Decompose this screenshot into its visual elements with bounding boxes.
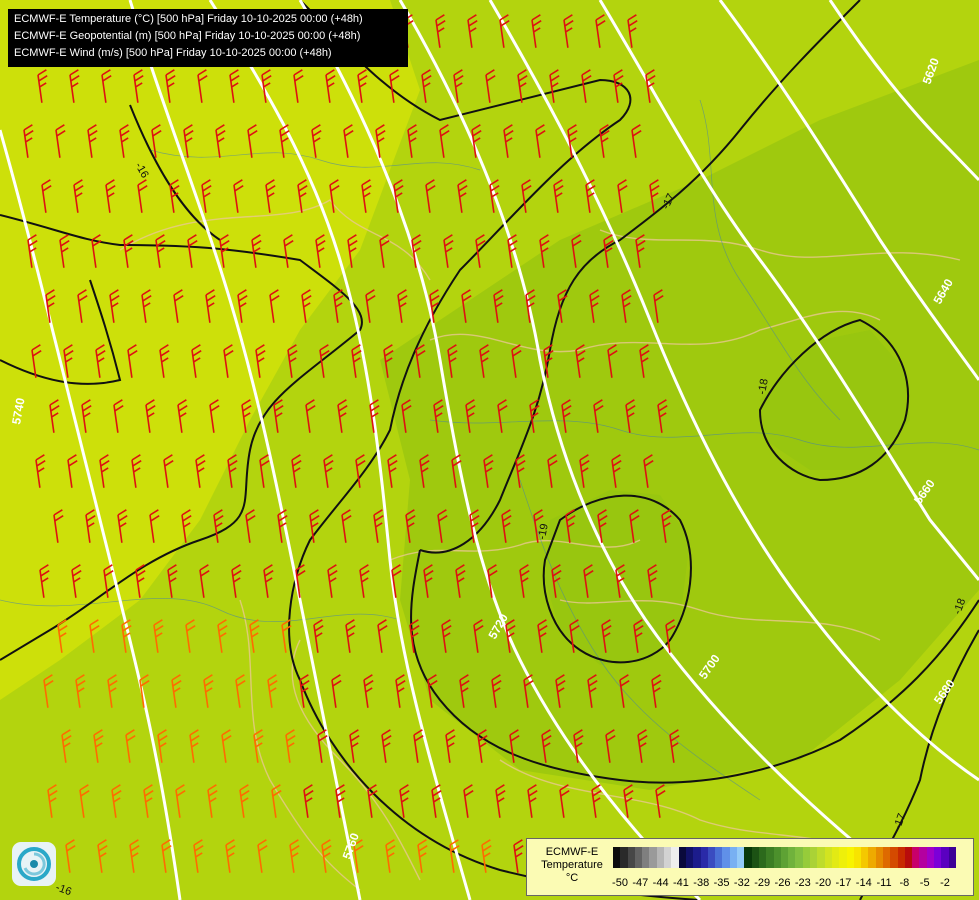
legend-swatch: [897, 847, 905, 868]
legend-swatch: [620, 847, 628, 868]
legend-swatch: [766, 847, 774, 868]
wind-title: ECMWF-E Wind (m/s) [500 hPa] Friday 10-1…: [14, 47, 332, 59]
legend-tick: -17: [835, 877, 852, 889]
legend-title-line: Temperature: [541, 859, 603, 871]
legend-swatch: [853, 847, 862, 868]
legend-swatch: [671, 847, 679, 868]
legend-tick: -41: [672, 877, 689, 889]
legend-swatch: [707, 847, 716, 868]
legend-swatch: [627, 847, 635, 868]
legend-swatch: [948, 847, 956, 868]
legend-swatch: [613, 847, 621, 868]
legend-tick: -32: [733, 877, 750, 889]
legend-tick: -2: [940, 877, 950, 889]
legend-swatch: [656, 847, 665, 868]
legend-tick: -5: [919, 877, 930, 889]
legend-color-scale: [613, 847, 956, 868]
legend-swatch: [634, 847, 643, 868]
map-title-box: ECMWF-E Temperature (°C) [500 hPa] Frida…: [8, 9, 408, 67]
legend-title: ECMWF-E Temperature °C: [533, 846, 611, 885]
temperature-fill-layer: [0, 0, 979, 900]
weather-map-view: 5620 5640 5660 5680 5700 5720 5740 5760 -16 -17 -1…: [0, 0, 979, 900]
legend-tick: -35: [713, 877, 730, 889]
legend-swatch: [802, 847, 811, 868]
temperature-legend: ECMWF-E Temperature °C -50 -47 -44 -41 -38 -3…: [526, 838, 974, 896]
legend-swatch: [875, 847, 883, 868]
legend-tick: -44: [652, 877, 669, 889]
legend-swatch: [817, 847, 825, 868]
legend-swatch: [824, 847, 832, 868]
legend-swatch: [693, 847, 701, 868]
legend-swatch: [664, 847, 672, 868]
legend-swatch: [934, 847, 942, 868]
legend-tick: -23: [794, 877, 811, 889]
map-canvas: 56205640566056805700572057405760-16-17-1…: [0, 0, 979, 900]
legend-swatch: [685, 847, 694, 868]
legend-swatch: [795, 847, 803, 868]
geopotential-title: ECMWF-E Geopotential (m) [500 hPa] Frida…: [14, 30, 361, 42]
legend-swatch: [788, 847, 796, 868]
legend-swatch: [868, 847, 876, 868]
swirl-logo-icon: [12, 842, 56, 886]
legend-swatch: [904, 847, 913, 868]
legend-swatch: [773, 847, 781, 868]
legend-swatch: [839, 847, 847, 868]
legend-swatch: [810, 847, 818, 868]
legend-swatch: [780, 847, 789, 868]
legend-swatch: [912, 847, 920, 868]
legend-swatch: [649, 847, 657, 868]
legend-swatch: [715, 847, 723, 868]
legend-tick: -14: [855, 877, 872, 889]
legend-tick: -11: [876, 877, 892, 889]
legend-tick: -29: [754, 877, 771, 889]
legend-tick: -50: [612, 877, 628, 889]
legend-tick: -20: [815, 877, 832, 889]
legend-swatch: [890, 847, 898, 868]
legend-swatch: [678, 847, 686, 868]
legend-swatch: [882, 847, 891, 868]
legend-swatch: [700, 847, 708, 868]
legend-swatch: [751, 847, 759, 868]
legend-tick: -47: [632, 877, 649, 889]
legend-swatch: [758, 847, 767, 868]
legend-swatch: [737, 847, 745, 868]
legend-swatch: [744, 847, 752, 868]
legend-swatch: [846, 847, 854, 868]
legend-swatch: [642, 847, 650, 868]
legend-swatch: [926, 847, 935, 868]
legend-swatch: [919, 847, 927, 868]
legend-swatch: [861, 847, 869, 868]
temperature-title: ECMWF-E Temperature (°C) [500 hPa] Frida…: [14, 13, 363, 25]
legend-tick: -8: [899, 877, 910, 889]
legend-swatch: [941, 847, 949, 868]
legend-swatch: [729, 847, 738, 868]
legend-tick: -26: [774, 877, 791, 889]
legend-swatch: [722, 847, 730, 868]
legend-title-line: ECMWF-E: [545, 846, 599, 858]
legend-swatch: [831, 847, 840, 868]
legend-unit: °C: [565, 872, 579, 884]
legend-tick: -38: [693, 877, 710, 889]
